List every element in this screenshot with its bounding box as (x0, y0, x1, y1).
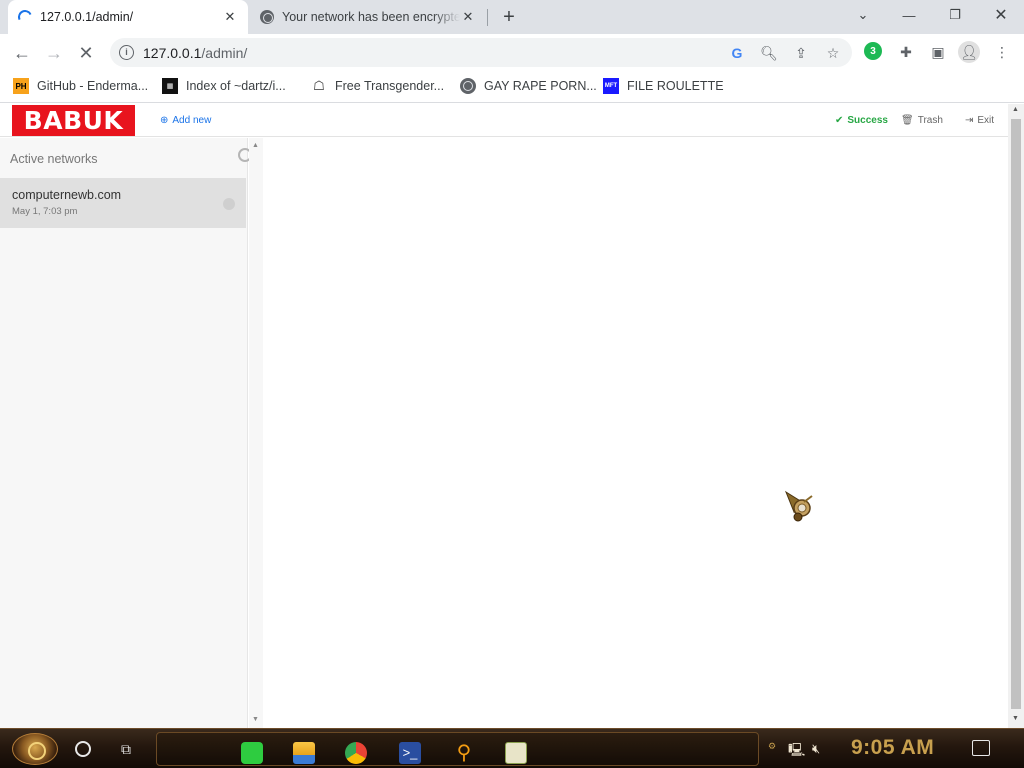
bookmarks-bar: PH GitHub - Enderma... ▦ Index of ~dartz… (0, 71, 1024, 103)
page-scrollbar[interactable]: ▲ ▼ (1008, 104, 1024, 728)
menu-kebab-icon[interactable]: ⋮ (992, 42, 1012, 62)
close-window-button[interactable]: ✕ (978, 0, 1024, 30)
back-button[interactable]: ← (8, 39, 36, 67)
profile-avatar-icon[interactable]: 👤︎ (958, 41, 980, 63)
notification-center-icon[interactable] (972, 740, 990, 756)
network-date: May 1, 7:03 pm (12, 206, 78, 217)
bookmark-github[interactable]: PH GitHub - Enderma... (13, 76, 148, 96)
loading-spinner-icon (16, 8, 34, 26)
robot-favicon-icon: ☖ (313, 78, 325, 93)
bookmark-label: GAY RAPE PORN... (484, 79, 597, 93)
stop-loading-button[interactable]: ✕ (72, 39, 100, 67)
address-bar[interactable]: i 127.0.0.1/admin/ G 🔍︎ ⇪ ☆ (110, 38, 852, 67)
bookmark-label: Free Transgender... (335, 79, 445, 93)
search-magnifier-app-icon[interactable]: ⚲ (453, 742, 475, 764)
bookmark-star-icon[interactable]: ☆ (824, 44, 842, 62)
scroll-down-arrow-icon[interactable]: ▼ (252, 716, 259, 723)
notes-app-icon[interactable] (241, 742, 263, 764)
network-list-item[interactable]: computernewb.com May 1, 7:03 pm (0, 178, 246, 228)
mft-favicon-icon: MFT (603, 78, 619, 94)
tray-gear-icon[interactable]: ⚙ (768, 741, 776, 752)
exit-link[interactable]: ⇥ Exit (965, 115, 994, 126)
ph-logo-icon: PH (13, 78, 29, 94)
plus-circle-icon: ⊕ (160, 115, 169, 126)
exit-label: Exit (977, 115, 995, 126)
tab-title: 127.0.0.1/admin/ (40, 10, 134, 24)
sign-out-icon: ⇥ (965, 115, 974, 126)
status-label: Success (847, 115, 888, 126)
status-indicator: ✔ Success (835, 115, 888, 126)
volume-muted-icon[interactable]: 🔇︎ (812, 741, 820, 757)
file-explorer-icon[interactable] (293, 742, 315, 764)
restore-button[interactable]: ❐ (932, 0, 978, 30)
search-label: Active networks (10, 152, 98, 166)
add-new-link[interactable]: ⊕ Add new (160, 115, 211, 126)
start-button[interactable] (12, 733, 58, 765)
tab-strip: 127.0.0.1/admin/ ✕ Your network has been… (0, 0, 1024, 34)
bookmark-transgender[interactable]: ☖ Free Transgender... (311, 76, 444, 96)
new-tab-button[interactable]: + (497, 5, 521, 29)
globe-icon (460, 78, 476, 94)
share-icon[interactable]: ⇪ (792, 44, 810, 62)
close-tab-icon[interactable]: ✕ (222, 9, 238, 25)
network-icon[interactable]: 🖳︎ (788, 741, 805, 763)
app-header: BABUK ⊕ Add new ✔ Success 🗑︎ Trash ⇥ Exi… (0, 104, 1008, 137)
add-new-label: Add new (172, 115, 212, 126)
browser-toolbar: ← → ✕ i 127.0.0.1/admin/ G 🔍︎ ⇪ ☆ 3 ✚ ▣ … (0, 34, 1024, 71)
extensions-puzzle-icon[interactable]: ✚ (896, 42, 916, 62)
taskbar: ⧉ >_ ⚲ ⚙ 🖳︎ 🔇︎ 9:05 AM (0, 728, 1024, 768)
grid-favicon-icon: ▦ (162, 78, 178, 94)
minimize-button[interactable]: — (886, 0, 932, 30)
bookmark-label: FILE ROULETTE (627, 79, 724, 93)
tab-encrypted[interactable]: Your network has been encrypted ✕ (250, 0, 486, 34)
cortana-search-icon[interactable] (75, 741, 91, 757)
scroll-up-arrow-icon[interactable]: ▲ (252, 142, 259, 149)
bookmark-label: GitHub - Enderma... (37, 79, 149, 93)
babuk-logo[interactable]: BABUK (12, 105, 135, 136)
powershell-icon[interactable]: >_ (399, 742, 421, 764)
globe-icon (260, 10, 274, 24)
page-content: BABUK ⊕ Add new ✔ Success 🗑︎ Trash ⇥ Exi… (0, 104, 1024, 728)
site-info-icon[interactable]: i (119, 45, 134, 60)
tab-divider (487, 9, 488, 26)
extension-badge-icon[interactable]: 3 (864, 42, 882, 60)
steampunk-cursor-icon (784, 490, 813, 522)
bookmark-label: Index of ~dartz/i... (186, 79, 286, 93)
scrollbar-thumb[interactable] (1011, 119, 1021, 709)
side-panel-icon[interactable]: ▣ (928, 42, 948, 62)
trash-icon: 🗑︎ (901, 115, 914, 126)
bookmark-file-roulette[interactable]: MFT FILE ROULETTE (603, 76, 724, 96)
trash-label: Trash (917, 115, 943, 126)
taskbar-apps: >_ ⚲ (156, 732, 759, 766)
networks-sidebar: Active networks computernewb.com May 1, … (0, 138, 256, 728)
networks-search[interactable]: Active networks (0, 138, 262, 178)
bookmark-gay[interactable]: GAY RAPE PORN... (460, 76, 597, 96)
tab-search-button[interactable]: ⌄ (840, 0, 886, 30)
chrome-icon[interactable] (345, 742, 367, 764)
scroll-up-arrow-icon[interactable]: ▲ (1012, 106, 1019, 113)
forward-button[interactable]: → (40, 39, 68, 67)
tab-admin[interactable]: 127.0.0.1/admin/ ✕ (8, 0, 248, 34)
google-translate-icon[interactable]: G (728, 44, 746, 62)
url-text: 127.0.0.1/admin/ (143, 44, 248, 61)
clock[interactable]: 9:05 AM (851, 736, 934, 760)
scroll-down-arrow-icon[interactable]: ▼ (1012, 715, 1019, 722)
bookmark-index[interactable]: ▦ Index of ~dartz/i... (162, 76, 286, 96)
task-view-icon[interactable]: ⧉ (121, 741, 139, 757)
status-dot-icon (223, 198, 235, 210)
sidebar-scrollbar[interactable]: ▲ ▼ (249, 138, 263, 728)
network-name: computernewb.com (12, 188, 122, 202)
notepad-app-icon[interactable] (505, 742, 527, 764)
trash-link[interactable]: 🗑︎ Trash (901, 115, 943, 126)
close-tab-icon[interactable]: ✕ (460, 9, 476, 25)
zoom-icon[interactable]: 🔍︎ (760, 44, 778, 62)
tab-title: Your network has been encrypted (282, 10, 460, 24)
check-circle-icon: ✔ (835, 115, 844, 126)
